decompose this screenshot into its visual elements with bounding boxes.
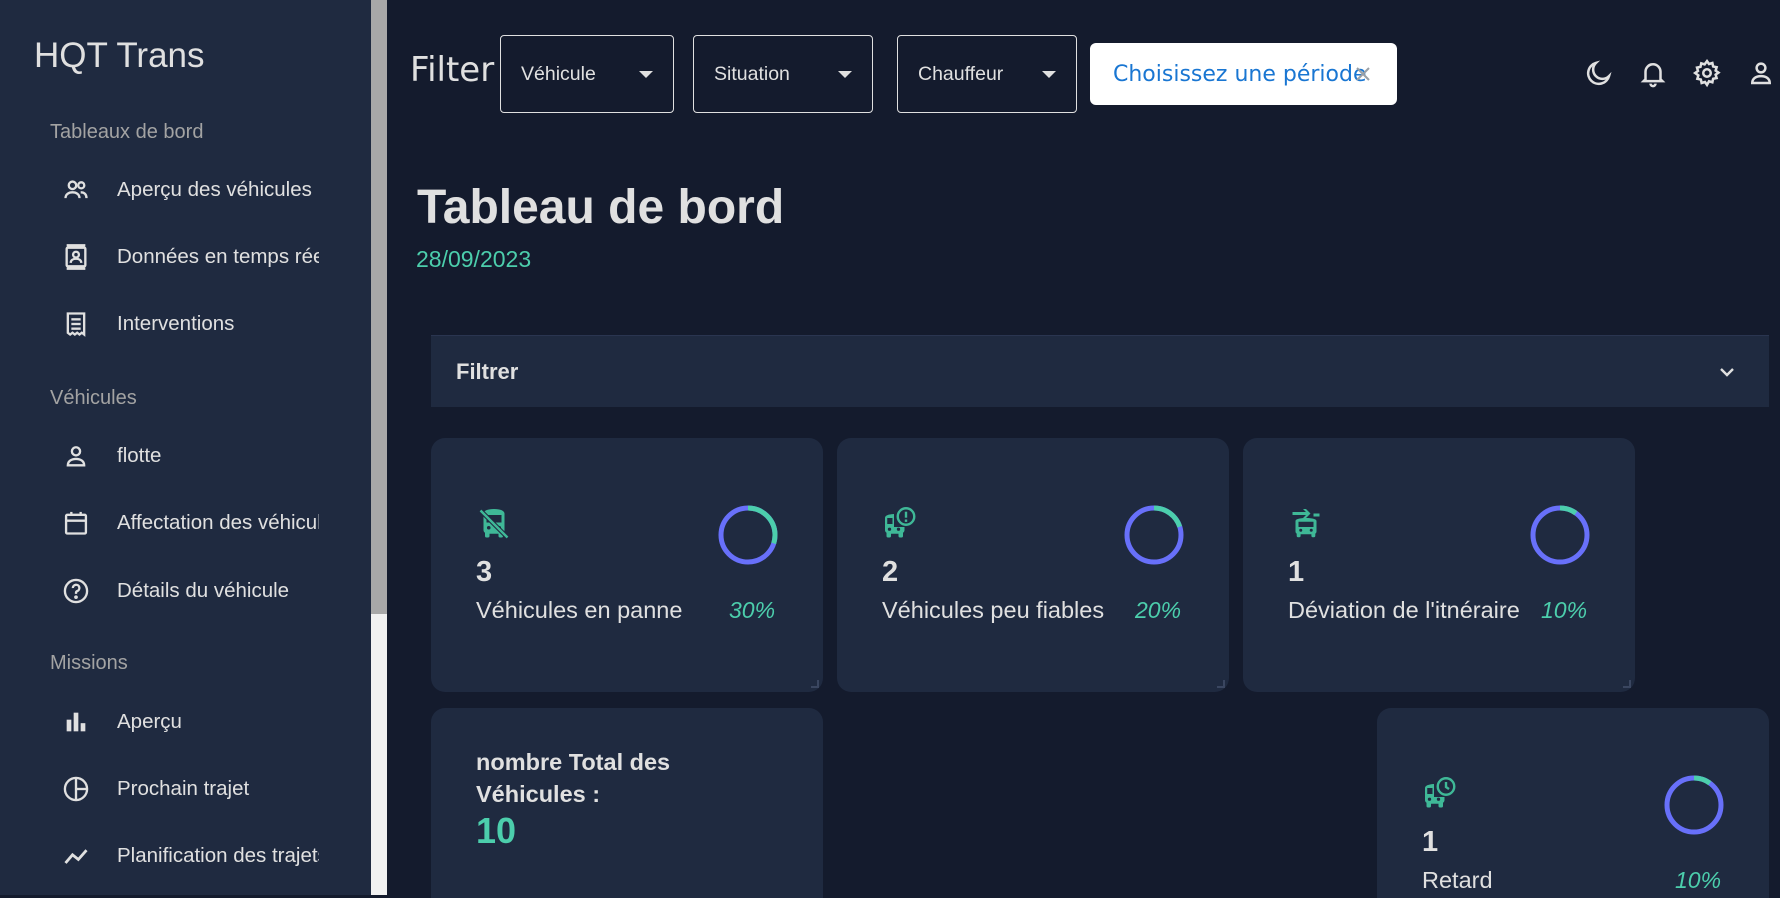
stat-value: 1 [1422,826,1439,858]
dark-mode-icon[interactable] [1584,58,1614,88]
total-value: 10 [476,810,517,851]
caret-down-icon [838,71,852,78]
timeline-icon [62,842,90,870]
stat-label: Véhicules peu fiables [882,597,1105,623]
dropdown-label: Véhicule [521,62,596,85]
help-circle-icon [62,577,90,605]
sidebar-item-vehicle-overview[interactable]: Aperçu des véhicules [0,164,371,216]
resize-handle [1217,680,1225,688]
total-label: nombre Total des Véhicules : [476,749,671,807]
contacts-icon [62,243,90,271]
page-title: Tableau de bord [417,181,785,234]
sidebar-item-label: Planification des trajets [117,844,319,867]
sidebar-item-next-trip[interactable]: Prochain trajet [0,763,371,815]
bus-off-icon [476,506,512,542]
user-icon[interactable] [1746,58,1776,88]
ring-track [1664,775,1724,835]
resize-handle [1623,680,1631,688]
stat-label: Déviation de l'itnéraire [1288,597,1520,623]
progress-ring [718,505,778,565]
stat-card-delay: 1 Retard 10% [1377,708,1769,898]
dropdown-label: Situation [714,62,790,85]
sidebar-item-label: Aperçu des véhicules [117,178,312,201]
progress-ring [1664,775,1724,835]
bus-clock-icon [1422,776,1458,812]
stat-percent: 30% [729,597,776,623]
stat-card-unreliable: 2 Véhicules peu fiables 20% [837,438,1229,692]
sidebar-item-label: Interventions [117,312,235,335]
progress-ring [1124,505,1184,565]
sidebar-item-label: Aperçu [117,710,182,733]
sidebar-item-label: Prochain trajet [117,777,250,800]
sidebar: HQT Trans Tableaux de bord Aperçu des vé… [0,0,371,895]
brand-title: HQT Trans [34,36,205,75]
close-icon[interactable] [1351,62,1375,86]
vehicle-dropdown[interactable]: Véhicule [500,35,674,113]
period-label: Choisissez une période [1113,61,1367,87]
pie-chart-icon [62,775,90,803]
stat-value: 2 [882,556,899,588]
filter-label: Filter [410,50,495,90]
stat-label: Retard [1422,867,1493,893]
stat-percent: 10% [1541,597,1588,623]
settings-icon[interactable] [1692,58,1722,88]
sidebar-item-missions-overview[interactable]: Aperçu [0,696,371,748]
stat-value: 1 [1288,556,1305,588]
driver-dropdown[interactable]: Chauffeur [897,35,1077,113]
sidebar-item-fleet[interactable]: flotte [0,430,371,482]
receipt-icon [62,310,90,338]
stat-label: Véhicules en panne [476,597,683,623]
progress-ring [1530,505,1590,565]
dropdown-label: Chauffeur [918,62,1004,85]
sidebar-item-realtime-data[interactable]: Données en temps réel [0,231,371,283]
chevron-down-icon [1720,368,1734,377]
notifications-icon[interactable] [1638,58,1668,88]
section-title-vehicles: Véhicules [50,387,137,409]
accordion-title: Filtrer [456,358,519,384]
people-icon [62,176,90,204]
bus-alert-icon [882,506,918,542]
sidebar-item-label: Affectation des véhicules [117,511,319,534]
sidebar-item-vehicle-assignment[interactable]: Affectation des véhicules [0,497,371,549]
sidebar-item-label: Données en temps réel [117,245,319,268]
sidebar-item-label: Détails du véhicule [117,579,290,602]
situation-dropdown[interactable]: Situation [693,35,873,113]
section-title-dashboards: Tableaux de bord [50,121,204,143]
page-date: 28/09/2023 [416,246,532,272]
period-picker[interactable]: Choisissez une période [1090,43,1397,105]
bar-chart-icon [62,708,90,736]
stat-value: 3 [476,556,493,588]
total-vehicles-card: nombre Total des Véhicules : 10 [431,708,823,898]
ring-track [1530,505,1590,565]
filter-accordion[interactable]: Filtrer [431,335,1769,407]
resize-handle [811,680,819,688]
stat-card-broken-down: 3 Véhicules en panne 30% [431,438,823,692]
calendar-icon [62,509,90,537]
section-title-missions: Missions [50,652,128,674]
sidebar-item-vehicle-details[interactable]: Détails du véhicule [0,565,371,617]
sidebar-item-interventions[interactable]: Interventions [0,298,371,350]
stat-percent: 10% [1675,867,1722,893]
stat-card-route-deviation: 1 Déviation de l'itnéraire 10% [1243,438,1635,692]
caret-down-icon [639,71,653,78]
bus-route-icon [1288,506,1324,542]
sidebar-item-trip-planning[interactable]: Planification des trajets [0,830,371,882]
sidebar-scrollbar-thumb[interactable] [371,0,387,614]
sidebar-item-label: flotte [117,444,162,467]
person-icon [62,442,90,470]
stat-percent: 20% [1135,597,1182,623]
caret-down-icon [1042,71,1056,78]
